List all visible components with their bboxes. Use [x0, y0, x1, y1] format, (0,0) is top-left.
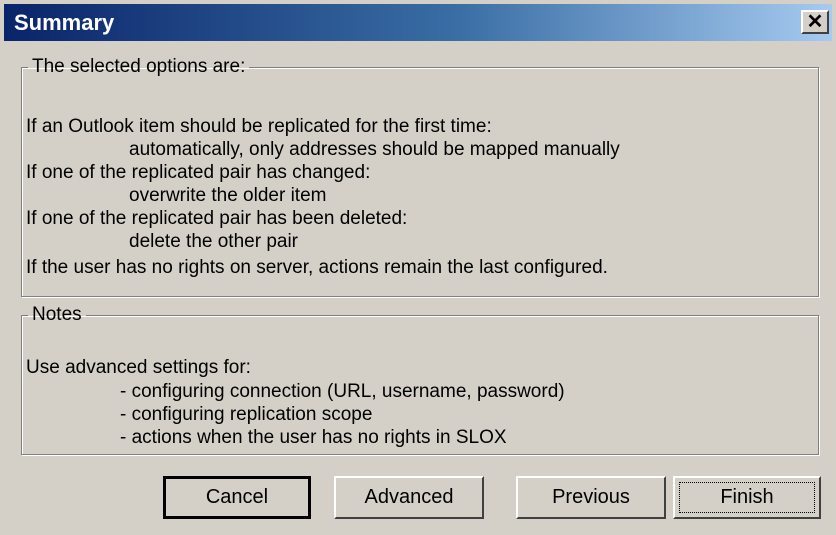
window-title: Summary: [14, 10, 115, 35]
option-line: If one of the replicated pair has been d…: [26, 208, 408, 229]
notes-line: - configuring connection (URL, username,…: [120, 381, 565, 402]
advanced-button[interactable]: Advanced: [334, 476, 484, 519]
notes-legend: Notes: [32, 304, 82, 325]
notes-line: Use advanced settings for:: [26, 357, 251, 378]
close-icon: ✕: [806, 11, 824, 33]
notes-line: - actions when the user has no rights in…: [120, 427, 507, 448]
summary-dialog: Summary ✕ The selected options are: If a…: [0, 0, 836, 535]
option-line: If an Outlook item should be replicated …: [26, 116, 492, 137]
option-line: If the user has no rights on server, act…: [26, 257, 608, 278]
option-line: delete the other pair: [129, 231, 299, 252]
title-bar: Summary ✕: [4, 4, 832, 41]
notes-group: Notes Use advanced settings for: - confi…: [21, 305, 819, 455]
notes-line: - configuring replication scope: [120, 404, 373, 425]
option-line: overwrite the older item: [129, 185, 327, 206]
selected-options-legend: The selected options are:: [32, 56, 246, 77]
cancel-button[interactable]: Cancel: [163, 476, 311, 519]
finish-button[interactable]: Finish: [673, 476, 821, 519]
selected-options-group: The selected options are: If an Outlook …: [21, 57, 819, 297]
option-line: If one of the replicated pair has change…: [26, 162, 371, 183]
option-line: automatically, only addresses should be …: [129, 139, 620, 160]
previous-button[interactable]: Previous: [516, 476, 666, 519]
focus-rectangle: [679, 482, 815, 513]
close-button[interactable]: ✕: [801, 10, 829, 34]
